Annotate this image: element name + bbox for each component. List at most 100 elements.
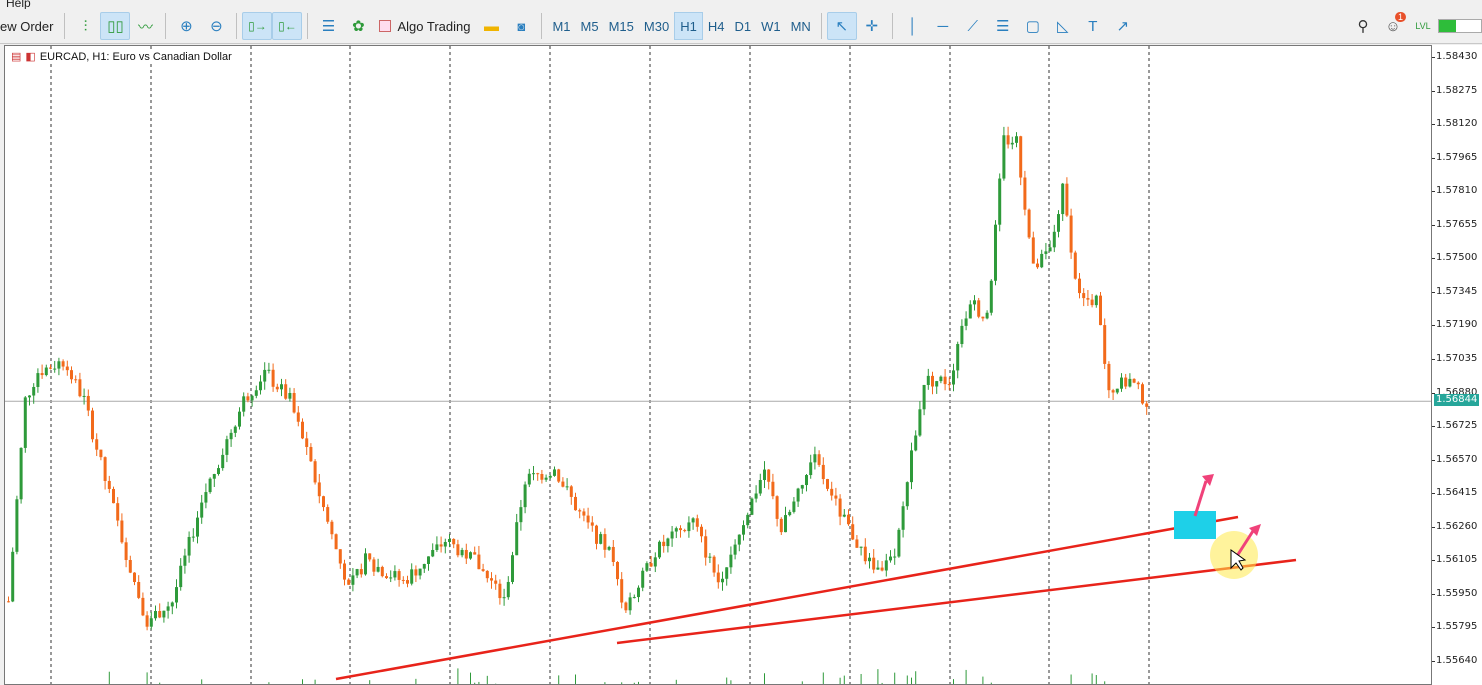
channel-lines-icon[interactable]: ☰ <box>988 12 1018 40</box>
candle-body <box>305 438 309 447</box>
candle-body <box>91 410 94 440</box>
timeframe-mn[interactable]: MN <box>786 12 816 40</box>
divider <box>307 13 309 39</box>
candle-body <box>880 567 884 571</box>
candle-body <box>511 555 514 582</box>
candle-body <box>767 469 771 482</box>
candle-body <box>943 376 947 385</box>
candle-body <box>317 482 321 497</box>
candle-body <box>985 312 989 319</box>
price-tick: 1.57655 <box>1431 218 1478 230</box>
candlestick-chart-icon[interactable]: ▯▯ <box>100 12 131 40</box>
candle-body <box>1078 278 1081 294</box>
candle-body <box>431 549 435 557</box>
timeframe-h1[interactable]: H1 <box>674 12 703 40</box>
candle-body <box>170 602 174 607</box>
candle-body <box>939 376 943 382</box>
chart-title: ▤ ◧ EURCAD, H1: Euro vs Canadian Dollar <box>11 50 232 63</box>
price-axis[interactable]: 1.58430 1.58275 1.58120 1.57965 1.57810 1.576… <box>1431 45 1482 685</box>
candle-body <box>254 390 258 396</box>
candle-body <box>477 554 481 570</box>
candle-body <box>32 386 36 396</box>
arrow-object <box>1193 480 1208 517</box>
candle-body <box>1128 378 1132 387</box>
level-icon[interactable]: LVL <box>1408 12 1438 40</box>
candle-body <box>565 486 569 488</box>
triangle-icon[interactable]: ◺ <box>1048 12 1078 40</box>
zoom-in-icon[interactable]: ⊕ <box>171 12 201 40</box>
timeframe-d1[interactable]: D1 <box>729 12 756 40</box>
vertical-line-icon[interactable]: │ <box>898 12 928 40</box>
candle-body <box>162 610 166 618</box>
candle-body <box>154 610 157 619</box>
folder-icon[interactable]: ▬ <box>476 12 506 40</box>
candle-body <box>443 541 447 547</box>
price-tick: 1.56415 <box>1431 487 1478 499</box>
search-icon[interactable]: ⚲ <box>1348 12 1378 40</box>
candle-body <box>259 381 262 391</box>
screenshot-camera-icon[interactable]: ◙ <box>506 12 536 40</box>
candle-body <box>61 361 65 367</box>
candle-body <box>960 325 964 345</box>
auto-scroll-icon[interactable]: ▯→ <box>242 12 273 40</box>
candle-body <box>620 579 624 603</box>
candle-body <box>721 578 724 583</box>
candle-body <box>742 525 745 535</box>
cursor-arrow-icon[interactable]: ↖ <box>826 12 857 40</box>
text-icon[interactable]: T <box>1078 12 1108 40</box>
trendline-icon[interactable]: ⟋ <box>958 12 988 40</box>
candle-body <box>292 392 296 413</box>
zoom-out-icon[interactable]: ⊖ <box>201 12 231 40</box>
candle-body <box>267 369 271 371</box>
candle-body <box>410 569 414 584</box>
candle-body <box>464 549 468 559</box>
bar-chart-icon[interactable]: ⫶ <box>70 12 100 40</box>
arrow-icon[interactable]: ↗ <box>1108 12 1138 40</box>
line-chart-icon[interactable]: 〰 <box>130 12 160 40</box>
candle-body <box>200 502 204 518</box>
candle-body <box>931 375 934 387</box>
candle-body <box>553 469 556 476</box>
price-tick: 1.56260 <box>1431 520 1478 532</box>
candle-body <box>116 503 120 521</box>
candle-body <box>1006 135 1010 145</box>
algo-trading-button[interactable]: Algo Trading <box>373 12 476 40</box>
candle-body <box>574 496 577 511</box>
candle-body <box>548 475 552 478</box>
settings-gear-icon[interactable]: ✿ <box>343 12 373 40</box>
chart-canvas <box>5 46 1431 684</box>
candle-body <box>334 534 338 550</box>
candle-body <box>11 551 15 602</box>
candle-body <box>851 524 855 540</box>
chart-shift-icon[interactable]: ▯← <box>272 12 303 40</box>
candle-body <box>1061 183 1065 215</box>
candle-body <box>145 615 149 627</box>
crosshair-icon[interactable]: ✛ <box>857 12 887 40</box>
timeframe-m1[interactable]: M1 <box>547 12 575 40</box>
symbol-icon: ◧ <box>25 51 36 63</box>
candle-body <box>557 469 561 482</box>
timeframe-m30[interactable]: M30 <box>639 12 674 40</box>
candle-body <box>1044 251 1048 254</box>
depth-of-market-icon[interactable]: ☰ <box>313 12 343 40</box>
candle-body <box>1124 377 1128 387</box>
price-tick: 1.57035 <box>1431 352 1478 364</box>
timeframe-m5[interactable]: M5 <box>576 12 604 40</box>
price-tick: 1.55795 <box>1431 621 1478 633</box>
horizontal-line-icon[interactable]: ─ <box>928 12 958 40</box>
rectangle-icon[interactable]: ▢ <box>1018 12 1048 40</box>
timeframe-m15[interactable]: M15 <box>604 12 639 40</box>
candle-body <box>628 597 632 611</box>
candle-body <box>758 480 762 494</box>
candle-body <box>191 536 195 538</box>
timeframe-h4[interactable]: H4 <box>703 12 730 40</box>
price-chart[interactable]: ▤ ◧ EURCAD, H1: Euro vs Canadian Dollar <box>4 45 1432 685</box>
candle-body <box>44 367 48 376</box>
timeframe-w1[interactable]: W1 <box>756 12 786 40</box>
candle-body <box>288 392 292 399</box>
new-order-button[interactable]: ew Order <box>0 19 59 34</box>
notifications-icon[interactable]: ☺ 1 <box>1378 12 1408 40</box>
divider <box>820 13 822 39</box>
menu-help[interactable]: Help <box>6 0 31 9</box>
candle-body <box>1099 295 1102 326</box>
